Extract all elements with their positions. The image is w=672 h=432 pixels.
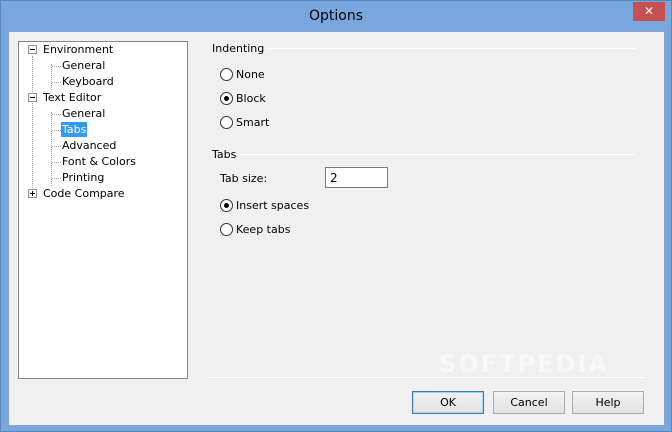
close-button[interactable]: ✕	[633, 2, 665, 21]
indent-none-radio[interactable]: None	[220, 67, 300, 83]
tree-item-code-compare[interactable]: Code Compare	[19, 186, 187, 202]
tree-item-text-editor[interactable]: Text Editor	[19, 90, 187, 106]
tree-item-label: General	[62, 107, 106, 120]
tab-size-label: Tab size:	[220, 172, 268, 185]
options-tree[interactable]: Environment General Keyboard Text Editor…	[18, 41, 188, 379]
tabs-group-divider	[240, 154, 635, 155]
radio-label: Block	[236, 92, 266, 105]
tree-item-label: Environment	[43, 43, 114, 56]
insert-spaces-radio[interactable]: Insert spaces	[220, 198, 320, 214]
radio-unchecked-icon[interactable]	[220, 68, 233, 81]
tree-item-advanced[interactable]: Advanced	[19, 138, 187, 154]
radio-checked-icon[interactable]	[220, 92, 233, 105]
tree-item-label-selected: Tabs	[61, 122, 88, 137]
tree-item-label: Advanced	[62, 139, 117, 152]
dialog-client-area: Environment General Keyboard Text Editor…	[8, 31, 665, 426]
radio-checked-icon[interactable]	[220, 199, 233, 212]
tree-item-printing[interactable]: Printing	[19, 170, 187, 186]
radio-label: Smart	[236, 116, 270, 129]
tree-item-label: Font & Colors	[62, 155, 136, 168]
ok-button[interactable]: OK	[412, 391, 484, 414]
tree-item-environment-general[interactable]: General	[19, 58, 187, 74]
cancel-button[interactable]: Cancel	[493, 391, 565, 414]
tab-size-input[interactable]: 2	[325, 167, 388, 188]
indenting-group-title: Indenting	[212, 42, 265, 55]
tree-item-keyboard[interactable]: Keyboard	[19, 74, 187, 90]
tree-item-label: Keyboard	[62, 75, 114, 88]
tree-item-font-colors[interactable]: Font & Colors	[19, 154, 187, 170]
tree-item-label: Code Compare	[43, 187, 125, 200]
indent-block-radio[interactable]: Block	[220, 91, 300, 107]
radio-unchecked-icon[interactable]	[220, 223, 233, 236]
radio-label: Insert spaces	[236, 199, 310, 212]
tree-item-editor-general[interactable]: General	[19, 106, 187, 122]
window-title: Options	[308, 8, 364, 24]
tree-item-label: Printing	[62, 171, 105, 184]
expand-icon[interactable]	[28, 189, 37, 198]
indenting-group-divider	[266, 48, 635, 49]
title-bar[interactable]: Options ✕	[1, 1, 671, 31]
radio-unchecked-icon[interactable]	[220, 116, 233, 129]
tabs-group-title: Tabs	[212, 148, 237, 161]
indent-smart-radio[interactable]: Smart	[220, 115, 300, 131]
keep-tabs-radio[interactable]: Keep tabs	[220, 222, 320, 238]
collapse-icon[interactable]	[28, 93, 37, 102]
collapse-icon[interactable]	[28, 45, 37, 54]
radio-label: None	[236, 68, 265, 81]
options-dialog: Options ✕ Environment General Keyboard T…	[0, 0, 672, 432]
button-separator	[208, 377, 644, 378]
radio-label: Keep tabs	[236, 223, 291, 236]
tree-item-tabs[interactable]: Tabs	[19, 122, 187, 138]
tree-item-environment[interactable]: Environment	[19, 42, 187, 58]
close-icon: ✕	[643, 4, 655, 18]
tree-item-label: Text Editor	[43, 91, 102, 104]
tree-item-label: General	[62, 59, 106, 72]
help-button[interactable]: Help	[572, 391, 644, 414]
